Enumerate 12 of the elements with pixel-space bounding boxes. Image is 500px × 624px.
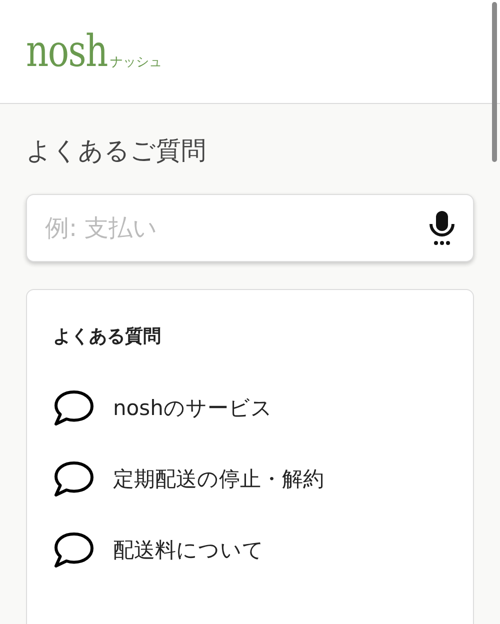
search-field[interactable]: 例: 支払い [26, 194, 474, 262]
speech-bubble-icon [53, 530, 95, 568]
faq-link[interactable]: noshのサービス [53, 372, 447, 443]
logo-reading: ナッシュ [110, 54, 162, 70]
faq-link[interactable]: 定期配送の停止・解約 [53, 443, 447, 514]
microphone-icon[interactable] [428, 210, 456, 246]
faq-link[interactable]: 配送料について [53, 514, 447, 585]
scrollbar[interactable] [492, 2, 497, 162]
speech-bubble-icon [53, 388, 95, 426]
page-title: よくあるご質問 [26, 135, 207, 167]
speech-bubble-icon [53, 460, 95, 498]
faq-heading: よくある質問 [53, 325, 162, 348]
